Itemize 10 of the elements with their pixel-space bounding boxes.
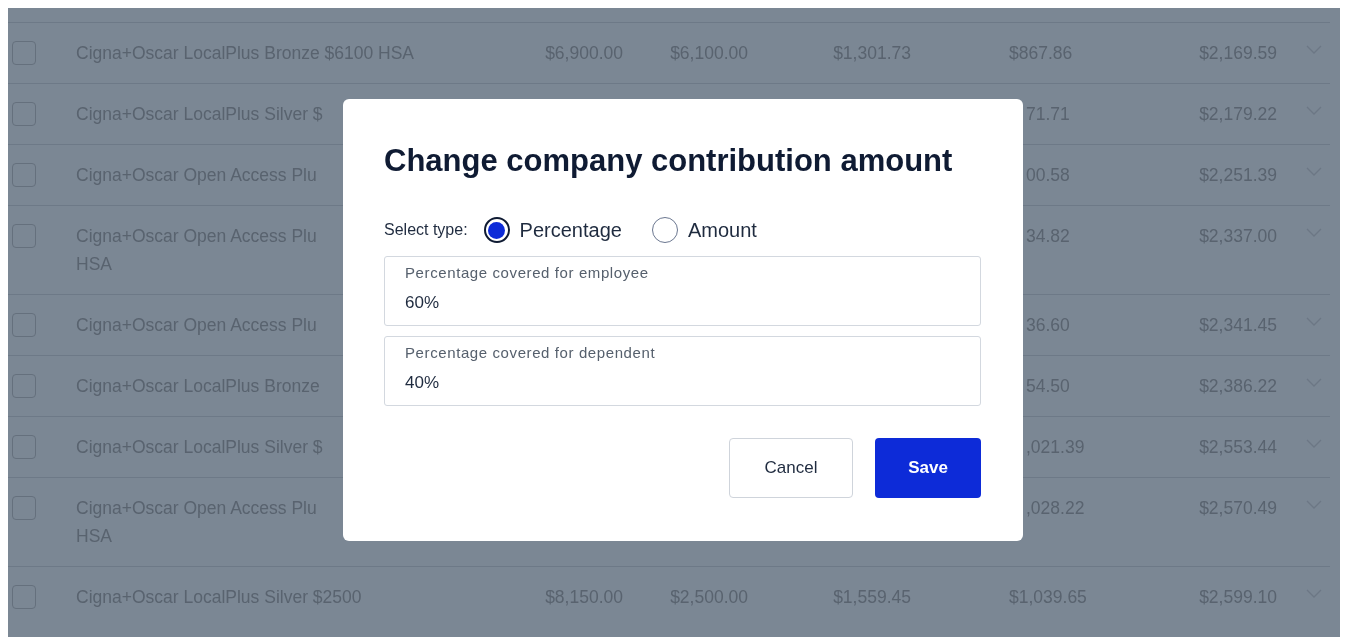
field-label: Percentage covered for employee [405,263,649,283]
radio-option[interactable]: Percentage [483,217,622,243]
dialog-title: Change company contribution amount [384,142,953,180]
percentage-input[interactable]: 40% [405,373,705,393]
field-label: Percentage covered for dependent [405,343,656,363]
cancel-button[interactable]: Cancel [729,438,853,498]
type-label: Select type: [384,221,468,239]
radio-option[interactable]: Amount [651,217,757,243]
percentage-input[interactable]: 60% [405,293,705,313]
save-button[interactable]: Save [875,438,981,498]
